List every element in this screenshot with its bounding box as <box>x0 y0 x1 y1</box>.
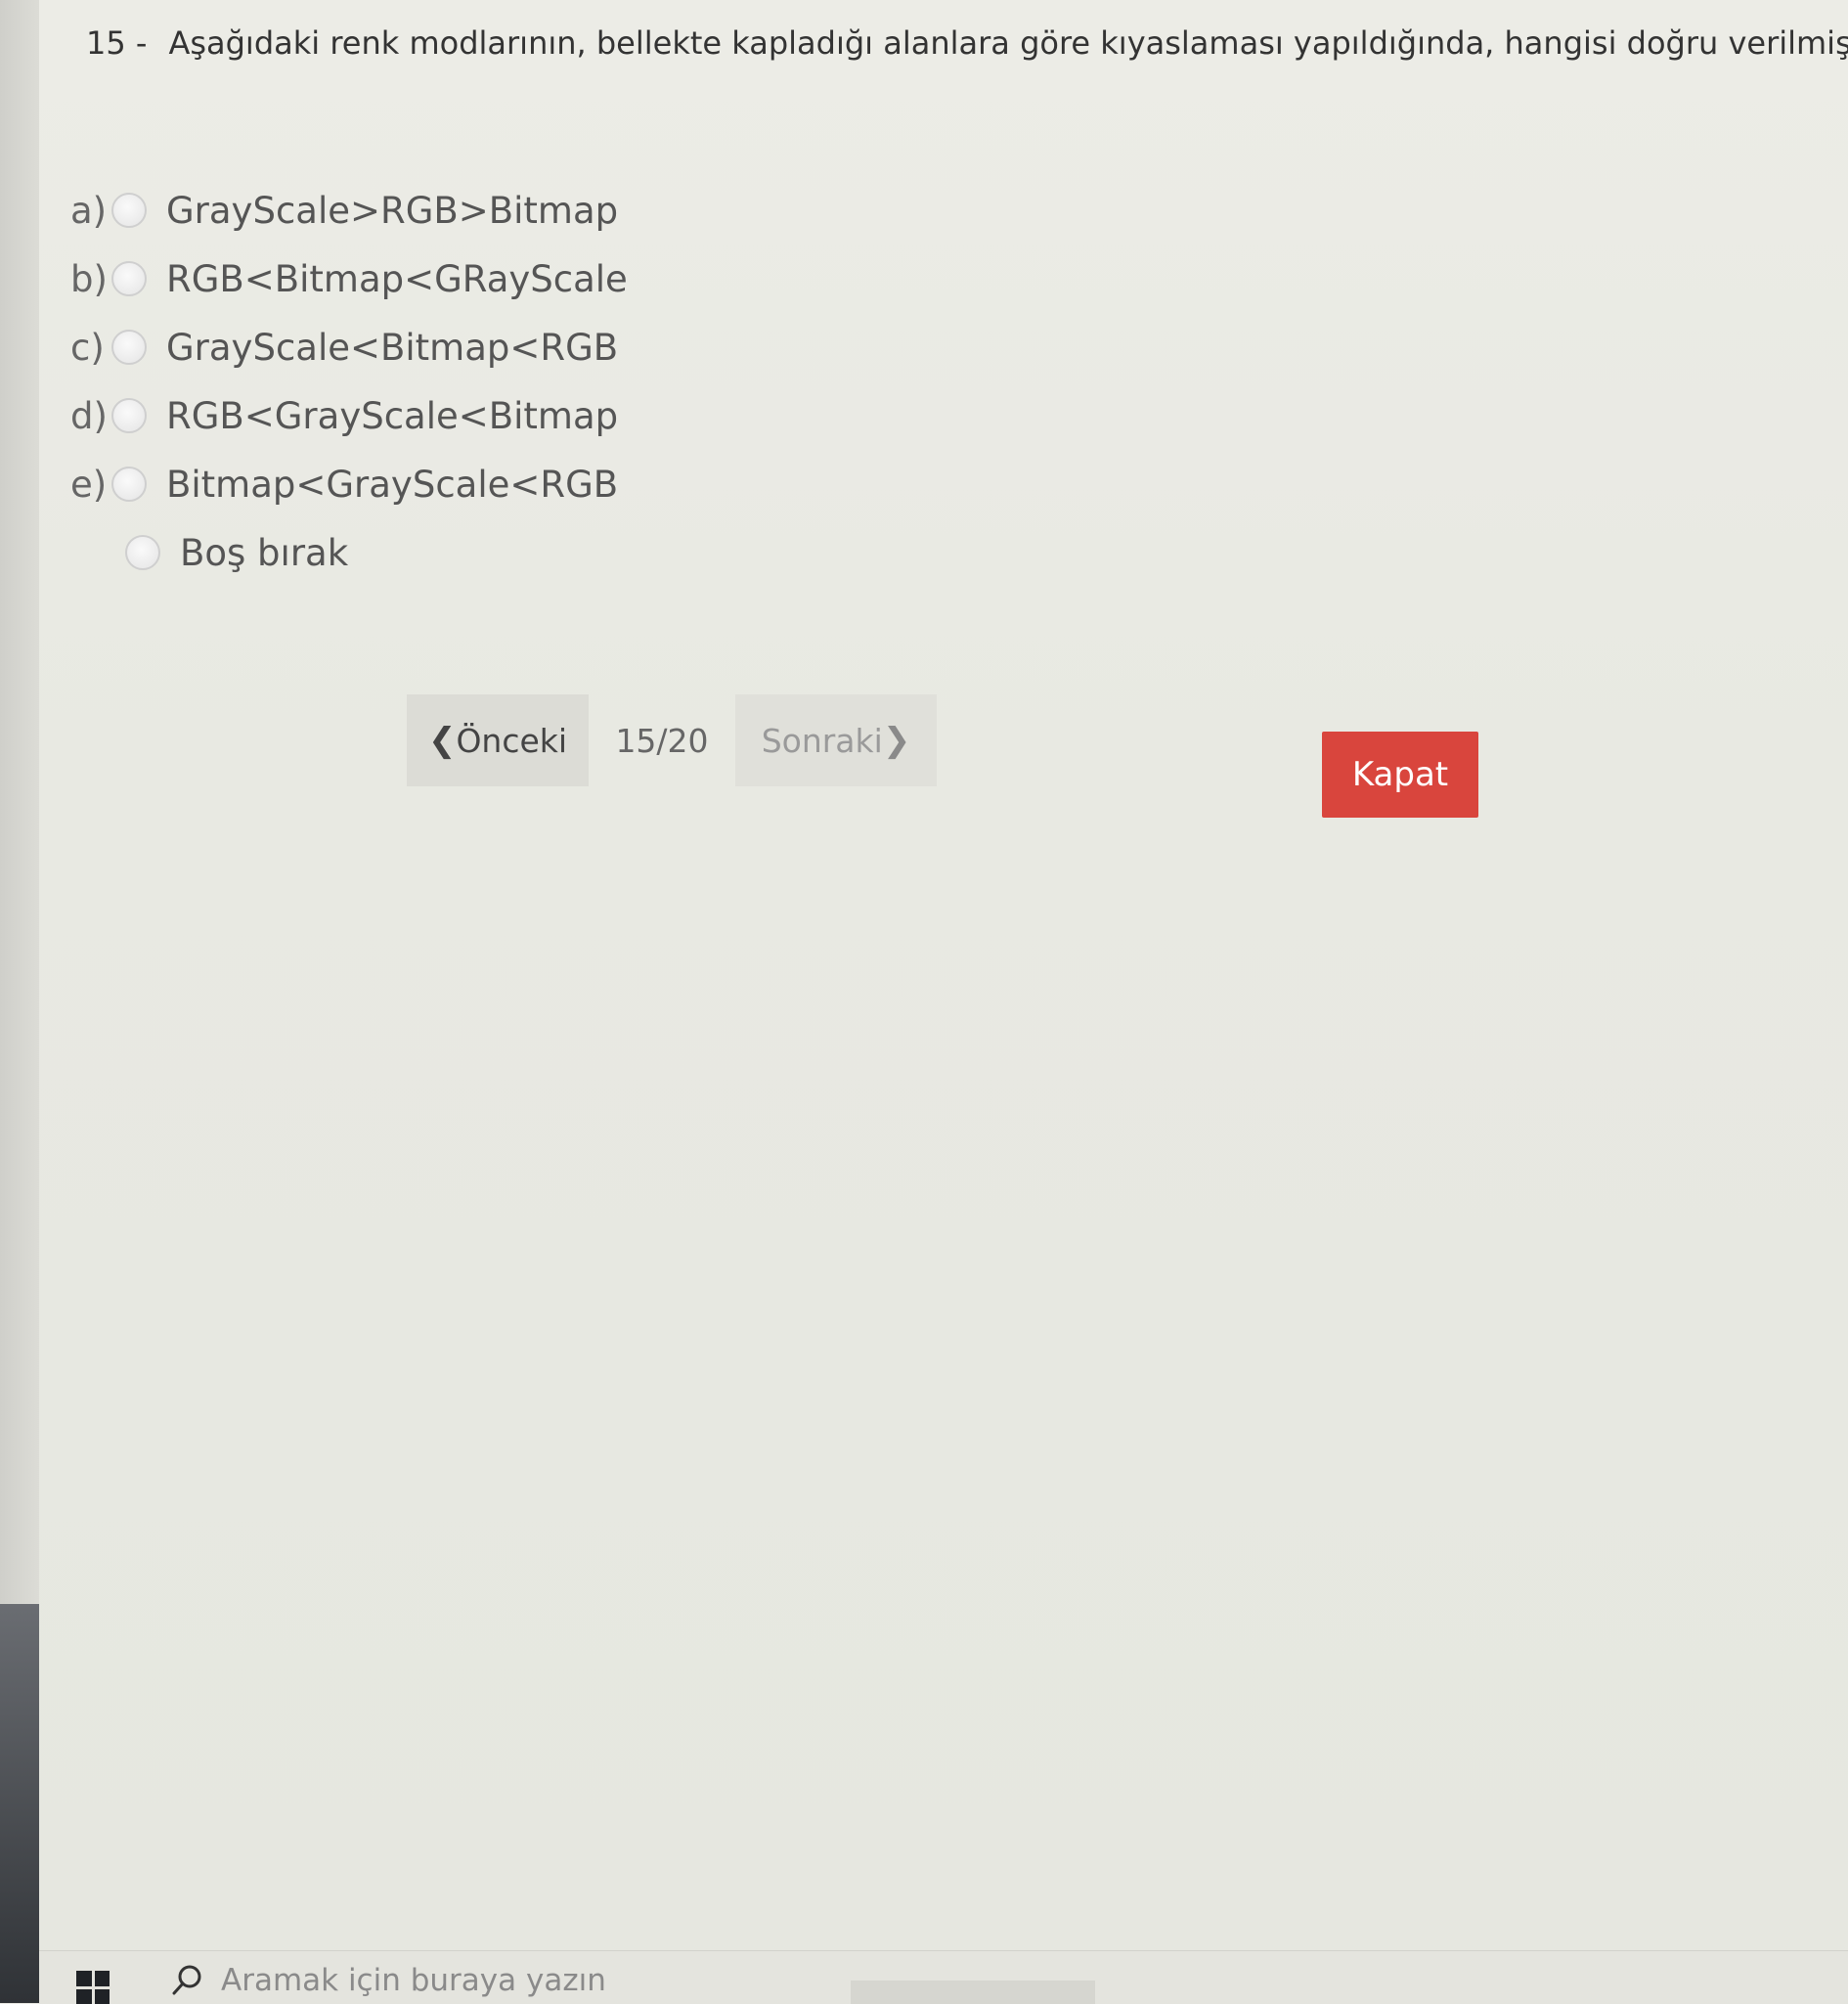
option-text: RGB<Bitmap<GRayScale <box>166 257 628 300</box>
radio-button[interactable] <box>125 535 160 570</box>
option-e[interactable]: e) Bitmap<GrayScale<RGB <box>70 450 628 518</box>
radio-button[interactable] <box>111 398 147 433</box>
taskbar-search-input[interactable]: Aramak için buraya yazın <box>162 1957 847 2004</box>
search-placeholder: Aramak için buraya yazın <box>221 1963 606 1998</box>
option-letter: e) <box>70 463 108 506</box>
radio-button[interactable] <box>111 330 147 365</box>
pagination: ❮ Önceki 15/20 Sonraki ❯ <box>407 694 937 786</box>
radio-button[interactable] <box>111 467 147 502</box>
screen-bezel-shadow <box>0 1604 39 2003</box>
taskbar-app-area <box>851 1981 1095 2004</box>
option-letter: c) <box>70 326 105 369</box>
option-letter: b) <box>70 257 108 300</box>
windows-start-icon[interactable] <box>76 1971 110 2004</box>
next-label: Sonraki <box>761 721 883 760</box>
option-b[interactable]: b) RGB<Bitmap<GRayScale <box>70 245 628 313</box>
option-leave-blank[interactable]: Boş bırak <box>70 518 628 587</box>
radio-button[interactable] <box>111 261 147 296</box>
previous-label: Önceki <box>456 721 568 760</box>
option-text: GrayScale>RGB>Bitmap <box>166 189 619 232</box>
page-counter: 15/20 <box>615 721 709 760</box>
option-text: Bitmap<GrayScale<RGB <box>166 463 619 506</box>
question: 15 - Aşağıdaki renk modlarının, bellekte … <box>86 22 1848 65</box>
option-d[interactable]: d) RGB<GrayScale<Bitmap <box>70 381 628 450</box>
next-button[interactable]: Sonraki ❯ <box>735 694 937 786</box>
answer-options: a) GrayScale>RGB>Bitmap b) RGB<Bitmap<GR… <box>70 176 628 587</box>
option-text: GrayScale<Bitmap<RGB <box>166 326 619 369</box>
search-icon <box>172 1965 201 1995</box>
radio-button[interactable] <box>111 193 147 228</box>
chevron-right-icon: ❯ <box>882 721 911 760</box>
question-number: 15 - <box>86 24 148 62</box>
previous-button[interactable]: ❮ Önceki <box>407 694 589 786</box>
option-text: RGB<GrayScale<Bitmap <box>166 394 619 437</box>
close-button[interactable]: Kapat <box>1322 732 1478 818</box>
taskbar: Aramak için buraya yazın <box>39 1950 1848 2004</box>
option-a[interactable]: a) GrayScale>RGB>Bitmap <box>70 176 628 245</box>
option-letter: a) <box>70 189 108 232</box>
question-text: Aşağıdaki renk modlarının, bellekte kapl… <box>168 24 1848 62</box>
option-letter: d) <box>70 394 108 437</box>
chevron-left-icon: ❮ <box>427 721 457 760</box>
option-c[interactable]: c) GrayScale<Bitmap<RGB <box>70 313 628 381</box>
option-text: Boş bırak <box>180 531 349 574</box>
